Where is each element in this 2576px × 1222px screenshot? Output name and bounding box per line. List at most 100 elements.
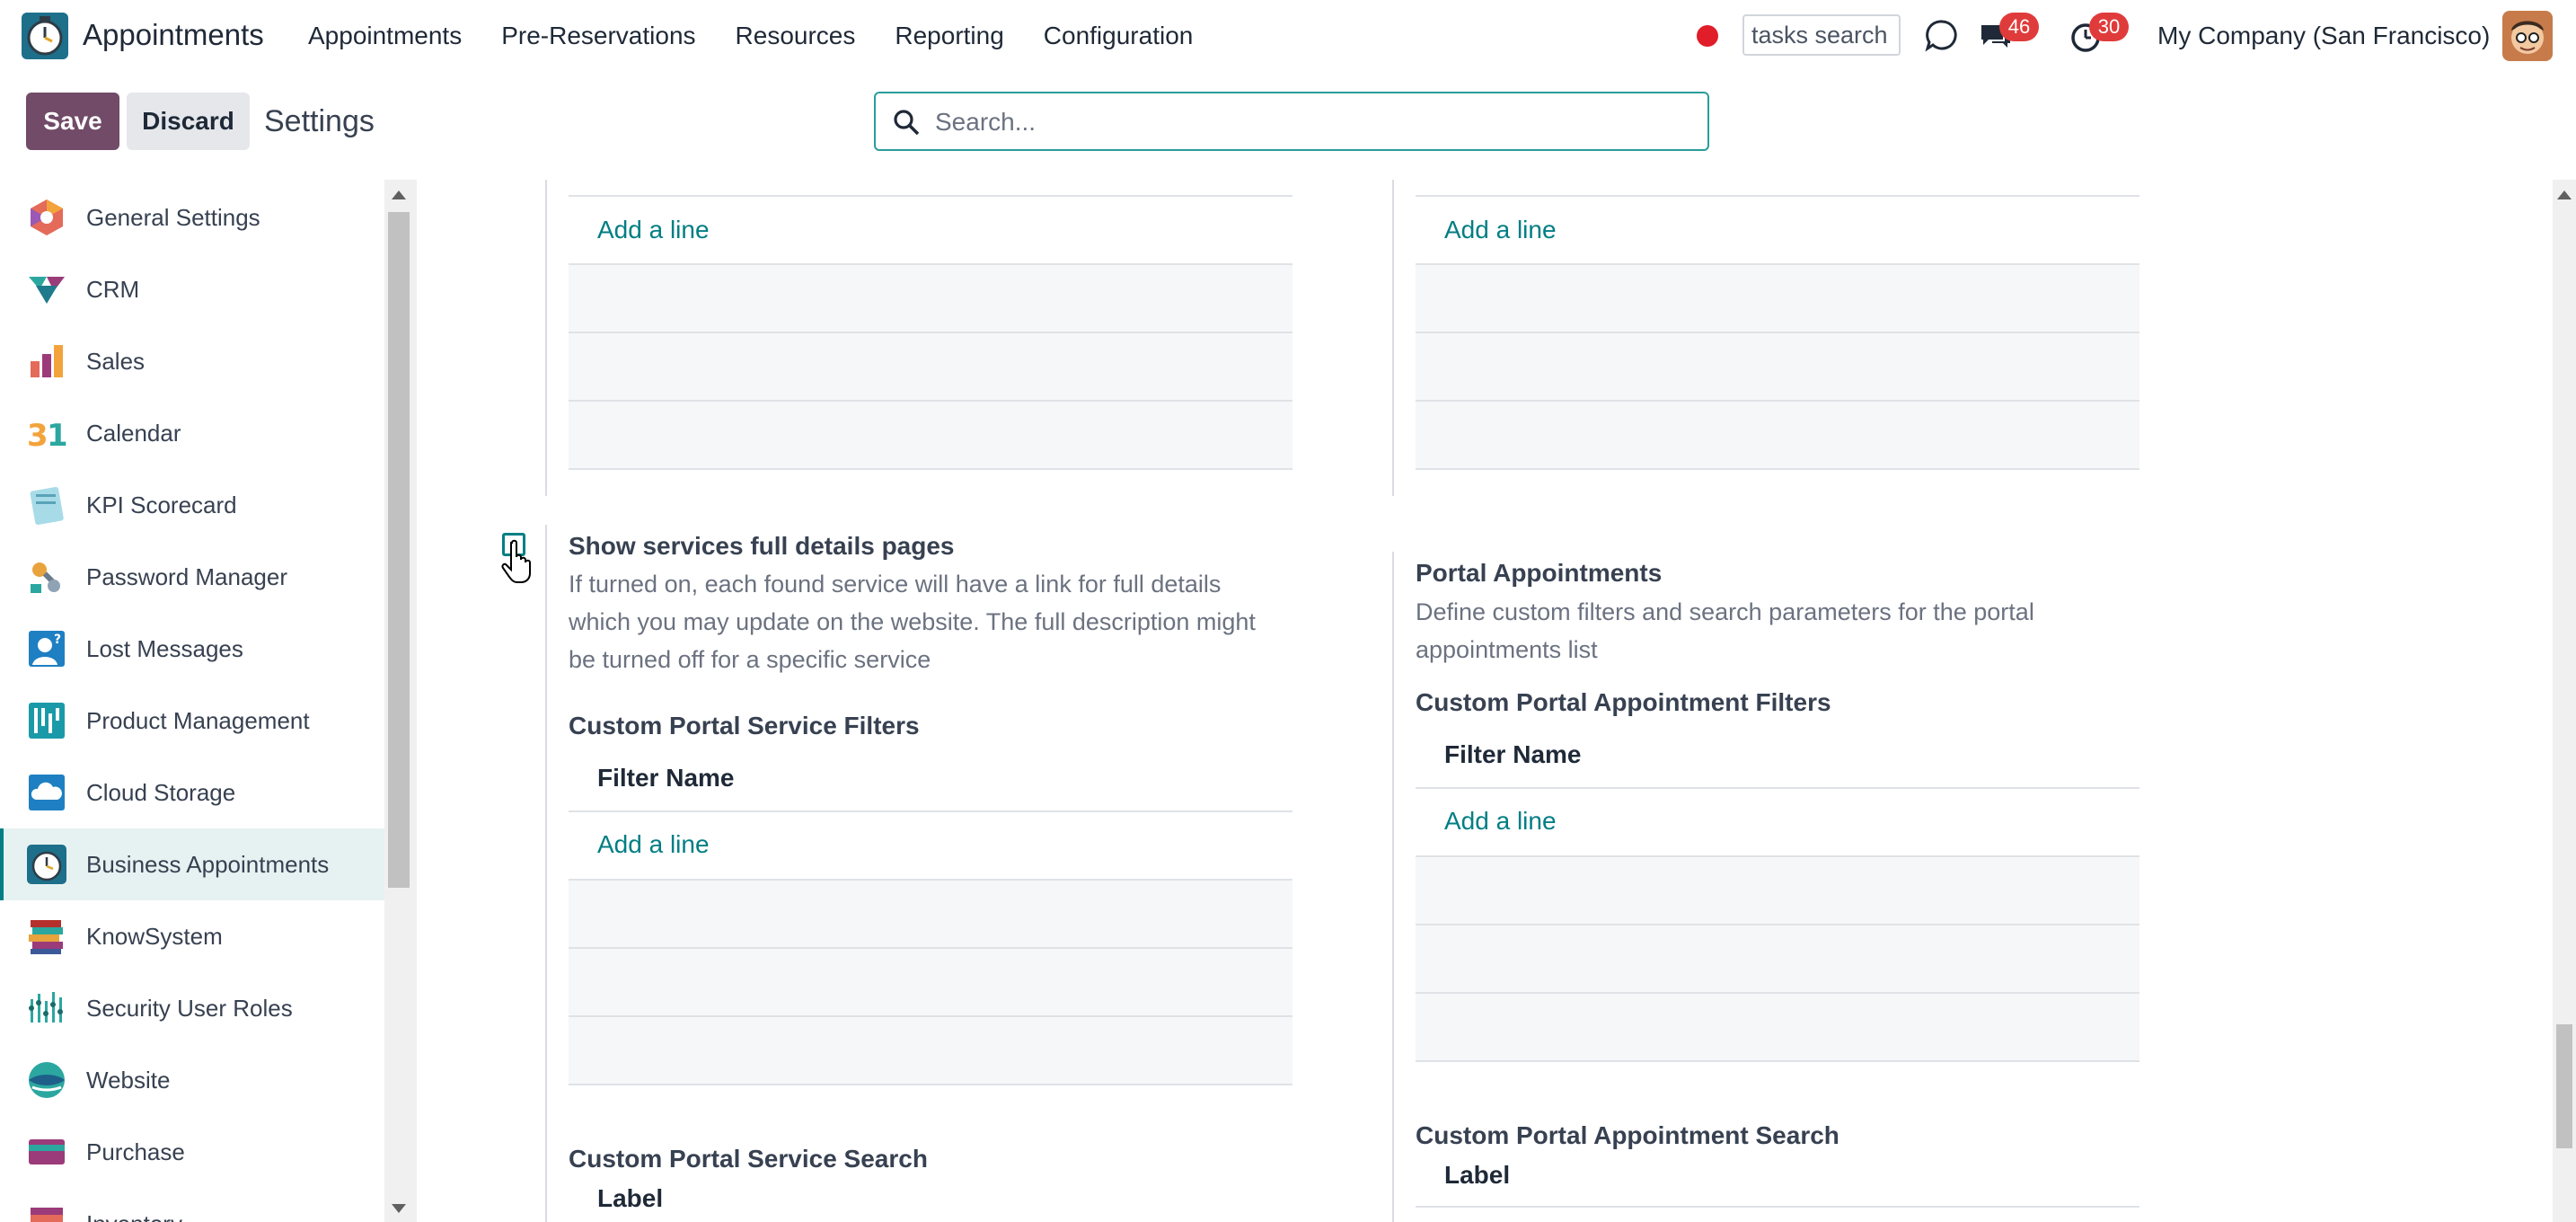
add-line-link[interactable]: Add a line (597, 830, 710, 859)
menu-resources[interactable]: Resources (736, 22, 856, 50)
sidebar-item-label: Cloud Storage (86, 778, 236, 806)
sidebar-item-kpi-scorecard[interactable]: KPI Scorecard (0, 469, 384, 541)
search-section-title: Custom Portal Appointment Search (1416, 1121, 1839, 1149)
empty-table-row (569, 265, 1292, 332)
menu-reporting[interactable]: Reporting (895, 22, 1003, 50)
setting-title: Show services full details pages (569, 532, 955, 560)
appointments-app-icon[interactable] (22, 13, 68, 59)
sidebar-item-inventory[interactable]: Inventory (0, 1188, 384, 1222)
empty-table-row (569, 333, 1292, 400)
inventory-icon (31, 1208, 63, 1222)
appointments-icon (27, 845, 66, 884)
sidebar-item-label: Calendar (86, 419, 181, 447)
empty-table-row (569, 881, 1292, 947)
scroll-up-icon[interactable] (392, 190, 406, 199)
row-divider (569, 810, 1292, 812)
sidebar-item-label: Password Manager (86, 562, 287, 590)
sidebar-item-label: Website (86, 1066, 171, 1094)
activities-badge: 30 (2089, 13, 2129, 41)
sidebar-item-label: Product Management (86, 706, 310, 734)
main-menu: Appointments Pre-Reservations Resources … (308, 22, 1232, 50)
sidebar-item-crm[interactable]: CRM (0, 253, 384, 325)
scroll-down-icon[interactable] (392, 1204, 406, 1213)
desc-line: If turned on, each found service will ha… (569, 571, 1222, 598)
add-line-link[interactable]: Add a line (1444, 216, 1557, 244)
desc-line: be turned off for a specific service (569, 646, 931, 673)
empty-table-row (1416, 857, 2139, 924)
menu-pre-reservations[interactable]: Pre-Reservations (501, 22, 695, 50)
empty-table-row (1416, 925, 2139, 992)
books-icon (29, 920, 63, 954)
sidebar-item-knowsystem[interactable]: KnowSystem (0, 900, 384, 972)
setting-title: Portal Appointments (1416, 559, 1663, 587)
empty-table-row (1416, 994, 2139, 1060)
recording-indicator-icon[interactable] (1697, 25, 1718, 47)
sidebar-item-password-manager[interactable]: Password Manager (0, 541, 384, 613)
svg-text:3: 3 (27, 418, 49, 453)
add-line-link[interactable]: Add a line (1444, 807, 1557, 836)
sidebar-item-business-appointments[interactable]: Business Appointments (0, 828, 384, 900)
sidebar-scrollbar[interactable] (384, 180, 413, 1222)
sidebar-item-purchase[interactable]: Purchase (0, 1116, 384, 1188)
company-switcher[interactable]: My Company (San Francisco) (2157, 22, 2490, 50)
sidebar-item-calendar[interactable]: 3 1 Calendar (0, 397, 384, 469)
sidebar-item-sales[interactable]: Sales (0, 325, 384, 397)
row-divider (1416, 787, 2139, 789)
desc-line: which you may update on the website. The… (569, 608, 1256, 635)
sidebar-item-cloud-storage[interactable]: Cloud Storage (0, 757, 384, 828)
svg-text:?: ? (54, 633, 61, 647)
tasks-search-input[interactable] (1742, 14, 1901, 56)
sidebar-item-label: CRM (86, 275, 140, 303)
menu-configuration[interactable]: Configuration (1044, 22, 1194, 50)
sidebar-item-website[interactable]: Website (0, 1044, 384, 1116)
scroll-up-icon[interactable] (2557, 190, 2572, 199)
messages-badge: 46 (1999, 13, 2039, 41)
content-scroll-thumb[interactable] (2556, 1024, 2572, 1148)
save-button[interactable]: Save (26, 93, 119, 150)
control-panel: Save Discard Settings (0, 74, 2576, 182)
sidebar-item-product-management[interactable]: Product Management (0, 685, 384, 757)
settings-sidebar: General Settings CRM Sales 3 1 Calendar … (0, 180, 384, 1222)
sidebar-scroll-thumb[interactable] (388, 212, 410, 888)
search-section-title: Custom Portal Service Search (569, 1145, 928, 1173)
calendar-icon: 3 1 (27, 418, 66, 453)
setting-description: If turned on, each found service will ha… (569, 565, 1305, 678)
sidebar-item-lost-messages[interactable]: ? Lost Messages (0, 613, 384, 685)
filters-section-title: Custom Portal Appointment Filters (1416, 688, 1831, 716)
page-title: Settings (264, 104, 375, 138)
menu-appointments[interactable]: Appointments (308, 22, 462, 50)
left-column-border-lower (545, 525, 547, 1222)
empty-table-row (1416, 265, 2139, 332)
empty-table-row (1416, 402, 2139, 468)
row-divider (569, 1084, 1292, 1085)
app-name[interactable]: Appointments (83, 18, 264, 52)
top-navbar: Appointments Appointments Pre-Reservatio… (0, 0, 2576, 74)
empty-table-row (1416, 333, 2139, 400)
settings-content: Add a line Add a line Show services full… (417, 180, 2553, 1222)
desc-line: Define custom filters and search paramet… (1416, 598, 2034, 625)
settings-search[interactable] (874, 92, 1709, 151)
lost-messages-icon: ? (29, 631, 65, 667)
right-column-border (1392, 180, 1394, 496)
column-header-label[interactable]: Label (1444, 1161, 1510, 1190)
row-divider (1416, 468, 2139, 470)
sidebar-item-general-settings[interactable]: General Settings (0, 182, 384, 253)
content-scrollbar[interactable] (2553, 180, 2576, 1222)
user-avatar[interactable] (2502, 11, 2553, 61)
column-header-label[interactable]: Label (597, 1184, 663, 1213)
crm-icon (29, 277, 65, 304)
sidebar-item-security-user-roles[interactable]: Security User Roles (0, 972, 384, 1044)
discard-button[interactable]: Discard (127, 93, 250, 150)
empty-table-row (569, 1017, 1292, 1084)
sidebar-item-label: Lost Messages (86, 634, 243, 662)
settings-search-input[interactable] (933, 101, 1691, 144)
left-column-border (545, 180, 547, 496)
column-header-filter-name[interactable]: Filter Name (597, 764, 735, 793)
chat-bubble-icon[interactable] (1922, 16, 1962, 56)
add-line-link[interactable]: Add a line (597, 216, 710, 244)
sidebar-item-label: Sales (86, 347, 146, 375)
sidebar-item-label: KPI Scorecard (86, 491, 237, 518)
hand-pointer-icon (501, 539, 531, 583)
column-header-filter-name[interactable]: Filter Name (1444, 740, 1582, 769)
cloud-icon (29, 775, 65, 810)
